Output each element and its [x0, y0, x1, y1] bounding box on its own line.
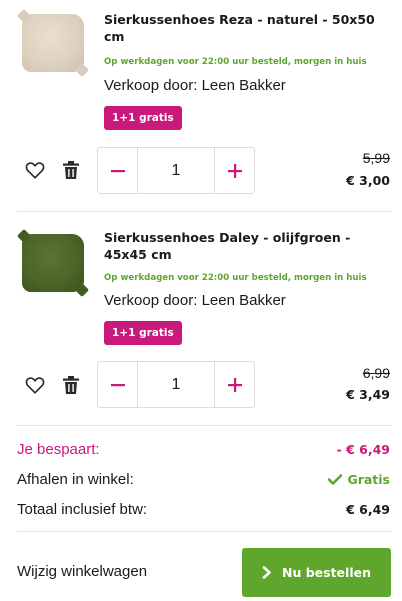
original-price: 6,99 — [362, 365, 390, 381]
quantity-input[interactable]: 1 — [137, 362, 215, 407]
discounted-price: € 3,49 — [346, 387, 390, 402]
cart-item: Sierkussenhoes Reza - naturel - 50x50 cm… — [0, 0, 402, 211]
plus-icon — [227, 163, 242, 178]
increase-quantity-button[interactable] — [215, 148, 254, 193]
chevron-right-icon — [262, 566, 271, 579]
pickup-value-text: Gratis — [347, 471, 390, 487]
pickup-row: Afhalen in winkel: Gratis — [17, 469, 390, 489]
quantity-stepper: 1 — [97, 147, 255, 194]
checkmark-icon — [328, 473, 343, 485]
minus-icon — [110, 169, 125, 172]
total-value: € 6,49 — [346, 501, 390, 517]
order-button[interactable]: Nu bestellen — [242, 548, 391, 597]
delivery-info: Op werkdagen voor 22:00 uur besteld, mor… — [104, 57, 367, 67]
product-title[interactable]: Sierkussenhoes Daley - olijfgroen - 45x4… — [104, 229, 384, 263]
original-price: 5,99 — [362, 150, 390, 166]
plus-icon — [227, 377, 242, 392]
quantity-input[interactable]: 1 — [137, 148, 215, 193]
increase-quantity-button[interactable] — [215, 362, 254, 407]
product-image[interactable] — [16, 10, 90, 76]
seller-info: Verkoop door: Leen Bakker — [104, 292, 286, 309]
total-row: Totaal inclusief btw: € 6,49 — [17, 499, 390, 519]
divider — [17, 531, 392, 532]
pickup-label: Afhalen in winkel: — [17, 470, 134, 488]
discounted-price: € 3,00 — [346, 173, 390, 188]
total-label: Totaal inclusief btw: — [17, 500, 148, 518]
decrease-quantity-button[interactable] — [98, 362, 137, 407]
savings-row: Je bespaart: - € 6,49 — [17, 439, 390, 459]
promo-badge: 1+1 gratis — [104, 321, 182, 345]
heart-icon[interactable] — [24, 374, 46, 396]
order-button-label: Nu bestellen — [282, 565, 371, 580]
savings-value: - € 6,49 — [336, 441, 390, 457]
divider — [17, 425, 392, 426]
savings-label: Je bespaart: — [17, 440, 100, 458]
delivery-info: Op werkdagen voor 22:00 uur besteld, mor… — [104, 273, 367, 283]
cart-item: Sierkussenhoes Daley - olijfgroen - 45x4… — [0, 212, 402, 424]
quantity-stepper: 1 — [97, 361, 255, 408]
edit-cart-link[interactable]: Wijzig winkelwagen — [17, 563, 147, 580]
trash-icon[interactable] — [60, 374, 82, 396]
pickup-value: Gratis — [328, 472, 390, 487]
promo-badge: 1+1 gratis — [104, 106, 182, 130]
trash-icon[interactable] — [60, 159, 82, 181]
product-image[interactable] — [16, 230, 90, 296]
heart-icon[interactable] — [24, 159, 46, 181]
minus-icon — [110, 383, 125, 386]
product-title[interactable]: Sierkussenhoes Reza - naturel - 50x50 cm — [104, 11, 384, 45]
decrease-quantity-button[interactable] — [98, 148, 137, 193]
seller-info: Verkoop door: Leen Bakker — [104, 77, 286, 94]
